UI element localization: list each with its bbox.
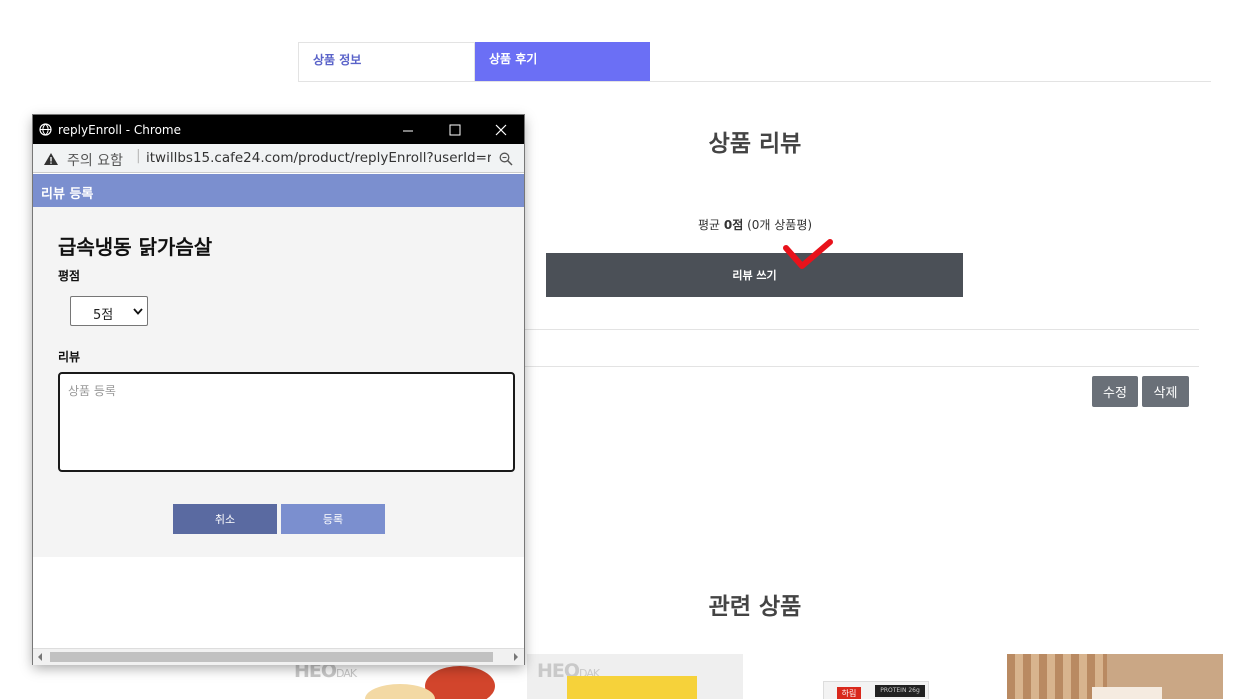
cancel-button[interactable]: 취소 [173, 504, 277, 534]
divider [525, 329, 1199, 330]
globe-icon [39, 123, 52, 136]
scroll-left-icon[interactable] [37, 653, 43, 661]
checkmark-annotation-icon [783, 239, 833, 269]
security-label: 주의 요함 [67, 153, 123, 169]
popup-titlebar: replyEnroll - Chrome [33, 115, 524, 144]
popup-header: 리뷰 등록 [33, 174, 524, 207]
scrollbar-thumb[interactable] [50, 652, 493, 662]
window-title: replyEnroll - Chrome [58, 123, 181, 137]
product-name: 급속냉동 닭가슴살 [58, 235, 213, 259]
minimize-icon[interactable] [401, 123, 415, 137]
chevron-down-icon [133, 308, 143, 315]
warning-icon [44, 153, 58, 165]
popup-window: replyEnroll - Chrome 주의 요함 | itwillbs15.… [33, 115, 524, 665]
review-textarea[interactable]: 상품 등록 [58, 372, 515, 472]
tab-product-review[interactable]: 상품 후기 [475, 42, 650, 81]
related-product-image-2[interactable]: HEODAK [527, 654, 743, 699]
write-review-button[interactable]: 리뷰 쓰기 [546, 253, 963, 297]
rating-label: 평점 [58, 269, 81, 283]
related-products-title: 관련 상품 [708, 594, 802, 620]
submit-button[interactable]: 등록 [281, 504, 385, 534]
review-section-title: 상품 리뷰 [708, 131, 802, 157]
tab-product-info[interactable]: 상품 정보 [298, 42, 475, 81]
review-average: 평균 0점 (0개 상품평) [697, 218, 813, 232]
delete-button[interactable]: 삭제 [1142, 376, 1189, 407]
related-product-image-4[interactable] [1007, 654, 1223, 699]
zoom-icon[interactable] [499, 152, 513, 166]
tabs-divider [298, 81, 1211, 82]
rating-select[interactable]: 5점 [70, 296, 148, 326]
url-text: itwillbs15.cafe24.com/product/replyEnrol… [146, 150, 491, 166]
address-separator: | [136, 148, 141, 164]
scroll-right-icon[interactable] [513, 653, 519, 661]
close-icon[interactable] [494, 123, 508, 137]
average-score: 0점 [723, 218, 744, 232]
related-product-image-3[interactable]: 하림 PROTEIN 26g [820, 654, 930, 699]
maximize-icon[interactable] [448, 123, 462, 137]
address-bar[interactable]: 주의 요함 | itwillbs15.cafe24.com/product/re… [33, 144, 524, 173]
horizontal-scrollbar[interactable] [33, 648, 524, 665]
edit-button[interactable]: 수정 [1092, 376, 1138, 407]
divider [525, 366, 1199, 367]
review-label: 리뷰 [58, 350, 81, 364]
